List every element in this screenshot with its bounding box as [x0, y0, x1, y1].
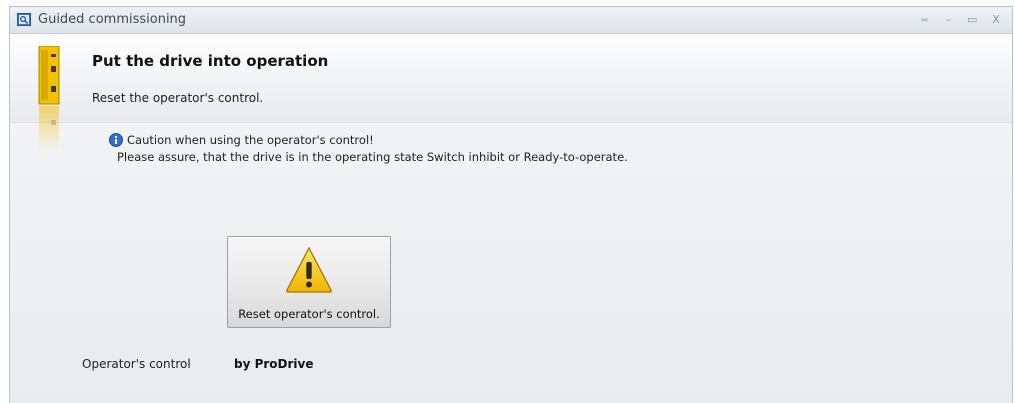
close-icon[interactable]: X	[988, 13, 1004, 27]
drive-device-icon	[38, 46, 60, 151]
window-title: Guided commissioning	[38, 12, 187, 27]
maximize-icon[interactable]: ▭	[964, 13, 980, 27]
warning-icon	[286, 246, 332, 293]
page-subtitle: Reset the operator's control.	[92, 91, 264, 105]
guided-commissioning-window: Guided commissioning ⑅ – ▭ X Put the dri…	[9, 6, 1013, 403]
title-bar[interactable]: Guided commissioning ⑅ – ▭ X	[10, 7, 1012, 34]
caution-line-2: Please assure, that the drive is in the …	[117, 150, 628, 164]
wizard-app-icon	[17, 13, 31, 26]
page-title: Put the drive into operation	[92, 52, 329, 70]
reset-button-label: Reset operator's control.	[238, 307, 380, 321]
step-header: Put the drive into operation Reset the o…	[10, 34, 1012, 151]
operator-control-label: Operator's control	[82, 357, 191, 371]
minimize-icon[interactable]: –	[940, 13, 956, 27]
caution-message: Caution when using the operator's contro…	[117, 132, 628, 166]
operator-control-value: by ProDrive	[234, 357, 314, 371]
caution-line-1: Caution when using the operator's contro…	[127, 133, 374, 147]
pin-icon[interactable]: ⑅	[917, 13, 933, 27]
window-controls: ⑅ – ▭ X	[913, 12, 1004, 28]
reset-operator-control-button[interactable]: Reset operator's control.	[227, 236, 391, 328]
